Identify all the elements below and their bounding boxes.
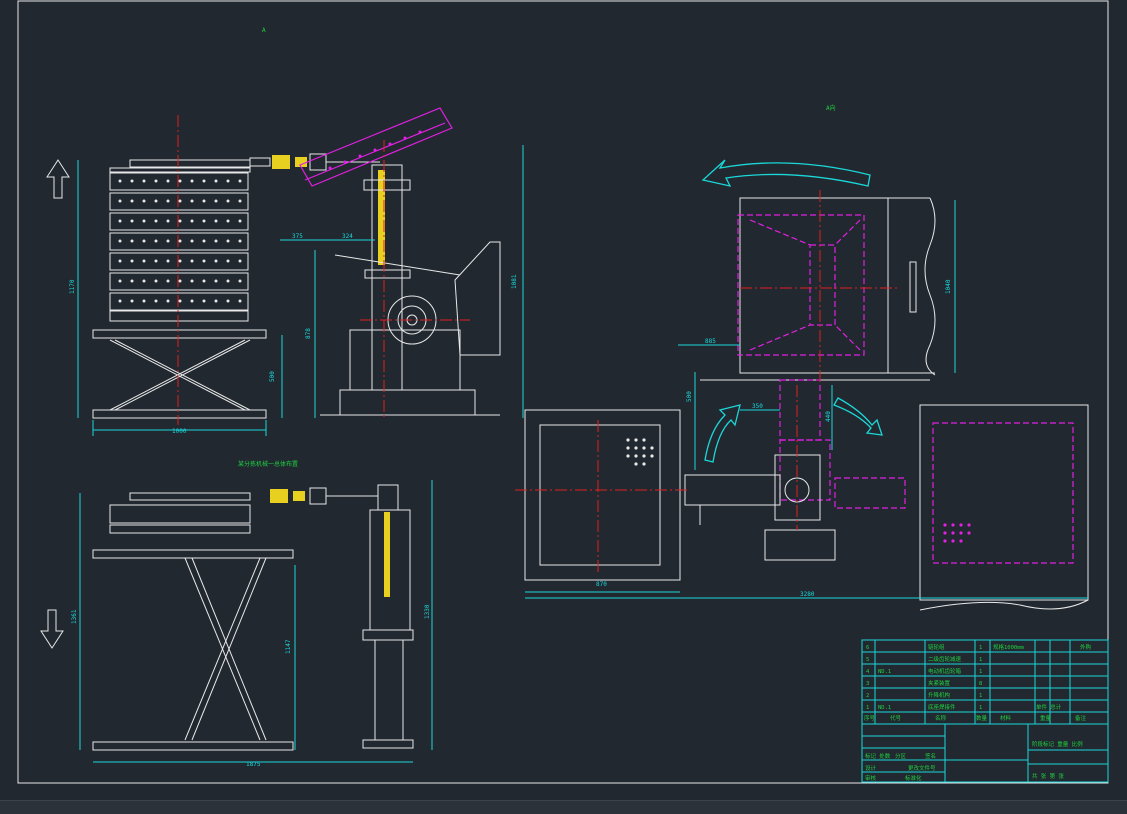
plan-dimensions	[525, 200, 1088, 599]
spring-yellow	[384, 512, 390, 597]
bom-row-4-code: ND.1	[878, 669, 891, 675]
dim-1330: 1330	[424, 604, 431, 619]
bom-header-qty: 数量	[976, 714, 988, 722]
cad-drawing-canvas: A A向 某分拣机械一总体布置 1000 1170 500 375 324 87…	[17, 0, 1109, 784]
dim-1147: 1147	[285, 639, 292, 654]
dim-1361: 1361	[71, 609, 78, 624]
side-view	[79, 480, 433, 763]
bom-header-material: 材料	[1000, 714, 1012, 722]
bom-row-2-qty: 1	[979, 693, 982, 699]
bom-row-1-code: ND.1	[878, 705, 891, 711]
magenta-gripper-upper	[299, 107, 453, 187]
bom-row-5-no: 5	[866, 657, 869, 663]
title-col-1: 分区	[895, 752, 907, 760]
bom-row-6-name: 链轮组	[928, 643, 945, 651]
bom-row-6-material: 规格1000mm	[993, 643, 1025, 651]
magenta-holes	[328, 130, 422, 170]
bom-row-1-name: 底座焊接件	[928, 703, 956, 711]
bom-header-weight2: 重量	[1040, 714, 1052, 722]
title-row-1: 标记 处数	[865, 752, 891, 760]
white-holes-plan	[626, 438, 654, 466]
bom-table	[861, 639, 1109, 783]
lifting-mechanism	[320, 164, 501, 416]
bom-header-no: 序号	[864, 714, 876, 722]
label-front-caption: 某分拣机械一总体布置	[238, 460, 298, 468]
side-gripper	[270, 487, 378, 505]
bom-row-6-no: 6	[866, 645, 869, 651]
dim-500b: 500	[686, 391, 693, 402]
dim-3280: 3280	[800, 591, 815, 598]
bom-row-4-qty: 1	[979, 669, 982, 675]
bom-row-2-no: 2	[866, 693, 869, 699]
dim-878: 878	[305, 328, 312, 339]
dim-1040: 1040	[945, 279, 952, 294]
bom-header-code: 代号	[890, 714, 902, 722]
bom-row-3-no: 3	[866, 681, 869, 687]
dim-885: 885	[705, 338, 716, 345]
title-right-top: 阶段标记 重量 比例	[1032, 740, 1083, 748]
dim-500: 500	[269, 371, 276, 382]
bom-header-weight: 单件 总计	[1036, 703, 1062, 711]
down-arrow-icon	[40, 609, 64, 649]
bom-row-3-name: 夹紧装置	[928, 679, 951, 687]
magenta-holes-right	[943, 523, 971, 543]
bom-row-5-qty: 1	[979, 657, 982, 663]
bom-row-1-qty: 1	[979, 705, 982, 711]
dim-375: 375	[292, 233, 303, 240]
title-row-2: 设计	[865, 764, 877, 772]
drawing-frame	[17, 0, 1109, 784]
dim-440: 440	[825, 411, 832, 422]
title-col-2: 更改文件号	[908, 764, 936, 772]
dim-324: 324	[342, 233, 353, 240]
label-a-top: A	[262, 27, 266, 34]
bom-row-6-note: 外购	[1080, 643, 1092, 651]
dim-1081: 1081	[511, 274, 518, 289]
up-arrow-icon	[46, 159, 70, 199]
bom-header-name: 名称	[935, 714, 947, 722]
tray-holes	[118, 179, 242, 303]
bom-header-note: 备注	[1075, 714, 1087, 722]
status-bar	[0, 800, 1127, 814]
dim-870: 870	[596, 581, 607, 588]
bom-row-2-name: 升降机构	[928, 691, 951, 699]
plan-view-frame	[524, 197, 1089, 611]
bom-row-5-name: 二级齿轮减速	[928, 655, 962, 663]
title-mid-1: 标准化	[905, 774, 922, 782]
plan-view-magenta	[737, 214, 1074, 564]
dim-1170: 1170	[69, 279, 76, 294]
title-col-3: 签名	[925, 752, 936, 760]
rotation-arrows	[701, 159, 883, 463]
bom-row-1-no: 1	[866, 705, 869, 711]
title-row-3: 审核	[865, 774, 877, 782]
bom-row-3-qty: 8	[979, 681, 982, 687]
title-right-bottom: 共 张 第 张	[1032, 772, 1064, 780]
bom-row-6-qty: 1	[979, 645, 982, 651]
bom-row-4-no: 4	[866, 669, 870, 675]
label-a-right: A向	[826, 104, 836, 112]
dim-1875: 1875	[246, 761, 261, 768]
dim-350: 350	[752, 403, 763, 410]
plan-centerlines	[515, 190, 900, 575]
bom-row-4-name: 电动机齿轮箱	[928, 667, 962, 675]
rotary-arm	[684, 454, 821, 525]
dim-1000: 1000	[172, 428, 187, 435]
